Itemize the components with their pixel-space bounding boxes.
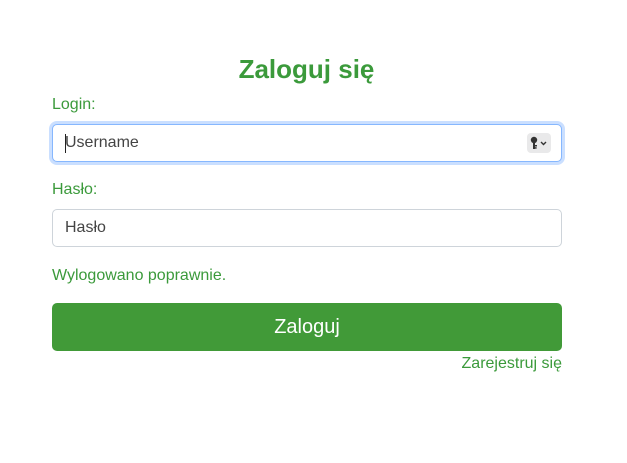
- password-input[interactable]: [53, 210, 561, 246]
- login-input[interactable]: [53, 125, 561, 161]
- login-page: Zaloguj się Login: Hasło: Wylogowano pop…: [0, 0, 627, 463]
- key-icon: [530, 136, 547, 149]
- login-field-wrapper: [52, 124, 562, 162]
- autofill-button[interactable]: [527, 133, 551, 153]
- chevron-down-icon: [540, 141, 547, 146]
- status-message: Wylogowano poprawnie.: [52, 267, 227, 284]
- password-label: Hasło:: [52, 181, 98, 198]
- text-caret: [65, 134, 66, 153]
- login-button[interactable]: Zaloguj: [52, 303, 562, 351]
- password-field-wrapper: [52, 209, 562, 247]
- register-link[interactable]: Zarejestruj się: [462, 354, 562, 374]
- login-label: Login:: [52, 96, 96, 113]
- page-title: Zaloguj się: [238, 54, 375, 84]
